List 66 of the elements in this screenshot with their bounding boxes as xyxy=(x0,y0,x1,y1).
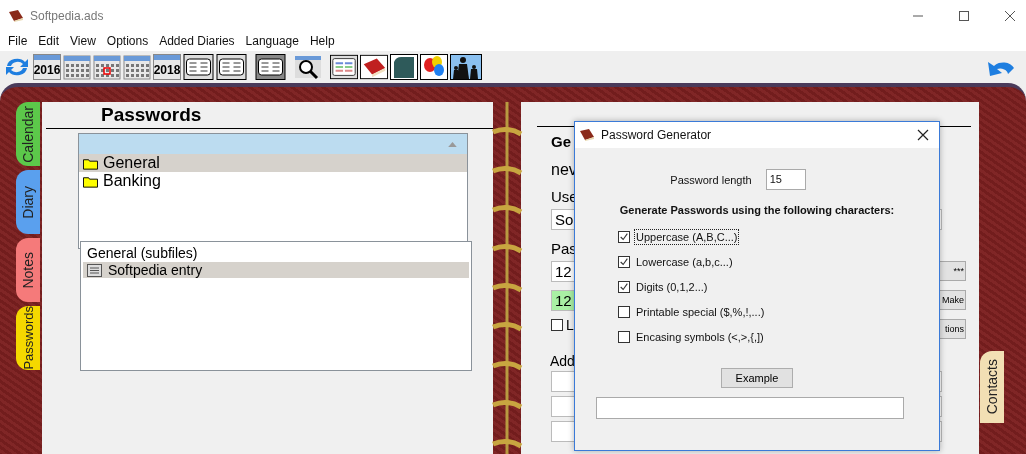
page-title: Passwords xyxy=(100,103,203,127)
window-title: Softpedia.ads xyxy=(30,8,104,23)
entry-icon xyxy=(87,263,102,277)
magnifier-icon[interactable] xyxy=(294,53,322,80)
list-icon[interactable] xyxy=(330,53,358,80)
checkbox-label: Printable special ($,%,!,...) xyxy=(635,304,766,320)
calendar-icon[interactable] xyxy=(123,53,151,80)
checkbox[interactable] xyxy=(618,305,630,318)
folder-item[interactable]: General xyxy=(79,154,467,172)
list-header: General (subfiles) xyxy=(86,244,199,262)
checkbox-label: Lowercase (a,b,c...) xyxy=(635,254,734,270)
checkbox[interactable] xyxy=(618,330,630,343)
checkbox[interactable] xyxy=(618,230,630,243)
section-tab[interactable]: Diary xyxy=(16,170,40,234)
field-label: Add xyxy=(550,352,575,371)
mask-button[interactable]: *** xyxy=(938,261,966,281)
menu-item[interactable]: Language xyxy=(241,34,306,48)
section-tab[interactable]: Contacts xyxy=(980,351,1004,423)
checkbox-label: Digits (0,1,2...) xyxy=(635,279,709,295)
folder-icon xyxy=(83,156,98,170)
dialog-title: Password Generator xyxy=(601,128,712,142)
menu-item[interactable]: View xyxy=(66,34,103,48)
calendar-icon[interactable] xyxy=(63,53,91,80)
balloons-icon[interactable] xyxy=(420,53,448,80)
year-button[interactable]: 2016 xyxy=(33,53,61,80)
maximize-icon[interactable] xyxy=(958,9,970,22)
book-icon[interactable] xyxy=(360,53,388,80)
people-icon[interactable] xyxy=(450,53,482,80)
section-heading: Generate Passwords using the following characters: xyxy=(619,204,895,216)
close-icon[interactable] xyxy=(1004,9,1016,22)
calendar-today-icon[interactable] xyxy=(93,53,121,80)
checkbox-label: Uppercase (A,B,C...) xyxy=(634,228,740,245)
output-field[interactable] xyxy=(596,397,904,419)
menu-item[interactable]: Added Diaries xyxy=(155,34,242,48)
menu-item[interactable]: File xyxy=(4,34,35,48)
folder-name: Banking xyxy=(103,172,161,190)
options-button[interactable]: tions xyxy=(938,319,966,339)
close-icon[interactable] xyxy=(917,129,929,141)
entry-heading: Ge xyxy=(551,133,571,152)
book-icon xyxy=(8,8,24,23)
make-button[interactable]: Make xyxy=(938,290,966,310)
book-icon xyxy=(579,128,595,142)
section-tab[interactable]: Notes xyxy=(16,238,40,302)
checkbox[interactable] xyxy=(618,280,630,293)
example-button[interactable]: Example xyxy=(721,368,793,388)
layout-button[interactable] xyxy=(255,53,286,80)
folder-name: General xyxy=(103,154,160,172)
checkbox[interactable] xyxy=(551,319,563,331)
checkbox[interactable] xyxy=(618,255,630,268)
layout-button[interactable] xyxy=(216,53,247,80)
texture-icon[interactable] xyxy=(390,53,418,80)
checkbox-label: L xyxy=(566,317,574,333)
field-label: Password length xyxy=(670,173,752,186)
folder-item[interactable]: Banking xyxy=(79,172,467,190)
folder-icon xyxy=(83,174,98,188)
section-tab[interactable]: Calendar xyxy=(16,102,40,166)
section-tab[interactable]: Passwords xyxy=(16,306,40,370)
menu-item[interactable]: Options xyxy=(102,34,156,48)
year-button[interactable]: 2018 xyxy=(153,53,181,80)
layout-button[interactable] xyxy=(183,53,214,80)
checkbox-label: Encasing symbols (<,>,{,]) xyxy=(635,329,765,345)
length-field[interactable]: 15 xyxy=(765,169,806,190)
entry-row[interactable]: Softpedia entry xyxy=(83,262,469,278)
menu-item[interactable]: Edit xyxy=(34,34,67,48)
menu-item[interactable]: Help xyxy=(305,34,342,48)
file-name: Softpedia entry xyxy=(108,262,203,278)
